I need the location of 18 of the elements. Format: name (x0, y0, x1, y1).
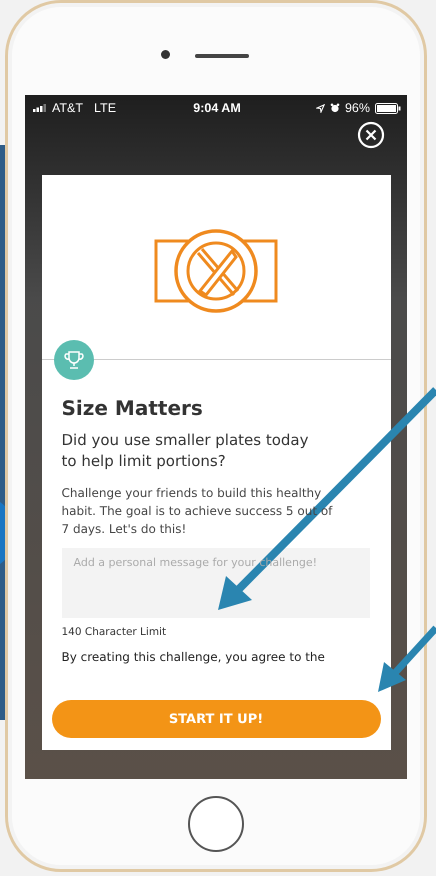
challenge-title: Size Matters (62, 396, 204, 420)
battery-percent: 96% (344, 101, 370, 115)
start-button[interactable]: START IT UP! (52, 700, 380, 738)
camera-icon (161, 50, 170, 59)
arrow (378, 626, 436, 692)
character-limit: 140 Character Limit (62, 626, 168, 638)
battery-icon (375, 102, 401, 114)
terms-text: By creating this challenge, you agree to the (62, 650, 326, 664)
challenge-question: Did you use smaller plates today to help limit portions? (62, 430, 310, 472)
close-button[interactable] (357, 121, 385, 149)
network-label: LTE (94, 101, 116, 115)
carrier-label: AT&T (52, 101, 84, 115)
signal-icon (33, 104, 47, 112)
status-time: 9:04 AM (193, 101, 241, 115)
location-icon (316, 104, 325, 112)
alarm-icon (330, 103, 340, 113)
trophy-icon (54, 340, 94, 380)
speaker-icon (195, 54, 249, 58)
